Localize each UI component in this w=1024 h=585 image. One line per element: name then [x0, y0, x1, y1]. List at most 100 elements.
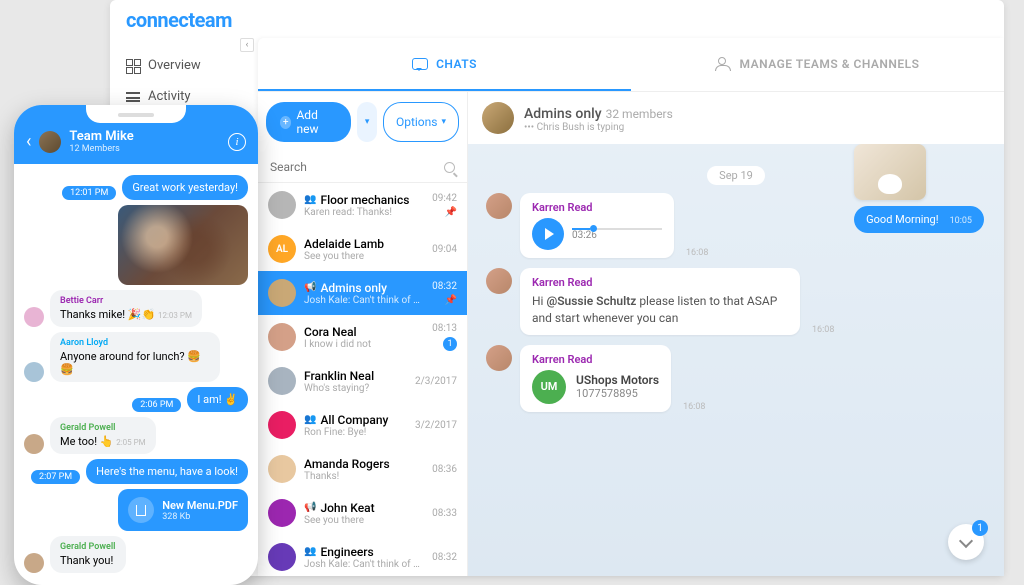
- search-input[interactable]: [270, 160, 444, 174]
- sender-avatar: [486, 193, 512, 219]
- mobile-time-badge: 12:01 PM: [62, 186, 116, 200]
- chat-list-item[interactable]: 👥Floor mechanicsKaren read: Thanks!09:42…: [258, 183, 467, 227]
- chat-list-item[interactable]: 📢John KeatSee you there08:33: [258, 491, 467, 535]
- nav-overview[interactable]: Overview: [110, 50, 245, 81]
- search-row: [258, 152, 467, 183]
- audio-track[interactable]: [572, 228, 662, 230]
- unread-badge: 1: [443, 337, 457, 351]
- chat-item-name: Admins only: [320, 281, 387, 295]
- plus-icon: +: [280, 116, 291, 129]
- mention[interactable]: @Sussie Schultz: [546, 294, 636, 308]
- received-image-block: Good Morning!10:05: [854, 144, 984, 233]
- image-thumbnail[interactable]: [854, 144, 926, 200]
- chat-list-item[interactable]: ALAdelaide LambSee you there09:04: [258, 227, 467, 271]
- sender-name: Karren Read: [532, 201, 662, 214]
- options-label: Options: [396, 115, 438, 129]
- contact-card[interactable]: UM UShops Motors 1077578895: [532, 370, 659, 404]
- chat-item-avatar: [268, 543, 296, 571]
- sender-avatar: [486, 268, 512, 294]
- chat-list-item[interactable]: 👥EngineersJosh Kale: Can't think of any0…: [258, 535, 467, 576]
- chat-item-preview: See you there: [304, 515, 424, 526]
- group-icon: 👥: [304, 194, 316, 205]
- horn-icon: 📢: [304, 502, 316, 513]
- chat-item-avatar: [268, 323, 296, 351]
- chat-members: 32 members: [606, 107, 673, 121]
- chat-item-avatar: [268, 411, 296, 439]
- message-row: Karren Read UM UShops Motors 1077578895 …: [486, 345, 986, 412]
- mobile-avatar: [24, 434, 44, 454]
- chat-item-avatar: [268, 191, 296, 219]
- chat-item-preview: Who's staying?: [304, 383, 407, 394]
- mobile-text: Thank you!: [60, 554, 113, 567]
- mobile-message-row: Aaron Lloyd Anyone around for lunch? 🍔🍔: [24, 332, 248, 382]
- chat-list-item[interactable]: 👥All CompanyRon Fine: Bye!3/2/2017: [258, 403, 467, 447]
- mobile-time-badge: 2:06 PM: [132, 398, 181, 412]
- mobile-message-row: 12:01 PM Great work yesterday!: [24, 175, 248, 200]
- audio-player: 03:26: [532, 218, 662, 250]
- group-icon: 👥: [304, 414, 316, 425]
- chat-item-name: Floor mechanics: [320, 193, 409, 207]
- search-icon: [444, 162, 455, 173]
- chat-list-panel: +Add new ▾ Options▾ 👥Floor mechanicsKare…: [258, 92, 468, 576]
- add-new-dropdown[interactable]: ▾: [357, 102, 377, 142]
- chat-item-preview: Thanks!: [304, 471, 424, 482]
- chat-list-item[interactable]: 📢 Admins onlyJosh Kale: Can't think of an…: [258, 271, 467, 315]
- mobile-image-attachment[interactable]: [118, 205, 248, 285]
- back-arrow-icon[interactable]: ‹: [26, 131, 31, 152]
- file-size: 328 Kb: [162, 512, 238, 522]
- mobile-mockup: ‹ Team Mike 12 Members i 12:01 PM Great …: [14, 105, 258, 585]
- team-icon: [715, 57, 731, 71]
- sender-name: Karren Read: [532, 276, 788, 289]
- chat-toolbar: +Add new ▾ Options▾: [258, 92, 467, 152]
- mobile-avatar: [24, 307, 44, 327]
- mobile-time-badge: 2:07 PM: [31, 470, 80, 484]
- chat-item-time: 2/3/2017: [415, 376, 457, 387]
- mobile-message-row: New Menu.PDF 328 Kb: [24, 489, 248, 531]
- info-icon[interactable]: i: [228, 133, 246, 151]
- mobile-text: Thanks mike! 🎉👏: [60, 308, 155, 321]
- chat-item-preview: Karen read: Thanks!: [304, 207, 424, 218]
- chat-body[interactable]: Good Morning!10:05 Sep 19 Karren Read: [468, 144, 1004, 576]
- chat-avatar: [482, 102, 514, 134]
- chat-items[interactable]: 👥Floor mechanicsKaren read: Thanks!09:42…: [258, 183, 467, 576]
- list-icon: [126, 92, 140, 102]
- good-morning-time: 10:05: [950, 216, 972, 226]
- mobile-avatar: [24, 362, 44, 382]
- tab-manage-teams[interactable]: MANAGE TEAMS & CHANNELS: [631, 38, 1004, 91]
- chat-icon: [412, 58, 428, 70]
- chat-view: Admins only32 members ••• Chris Bush is …: [468, 92, 1004, 576]
- mobile-sender: Gerald Powell: [60, 542, 116, 552]
- horn-icon: 📢: [304, 282, 316, 293]
- chat-list-item[interactable]: Cora NealI know i did not08:131: [258, 315, 467, 359]
- chat-item-preview: See you there: [304, 251, 424, 262]
- brand-logo: connecteam: [126, 8, 232, 32]
- grid-icon: [126, 59, 140, 73]
- chat-item-name: Engineers: [320, 545, 373, 559]
- chat-list-item[interactable]: Franklin NealWho's staying?2/3/2017: [258, 359, 467, 403]
- options-button[interactable]: Options▾: [383, 102, 459, 142]
- scroll-down-button[interactable]: 1: [948, 524, 984, 560]
- add-new-button[interactable]: +Add new: [266, 102, 351, 142]
- contact-message-bubble: Karren Read UM UShops Motors 1077578895: [520, 345, 671, 412]
- mobile-bubble: Great work yesterday!: [122, 175, 248, 200]
- mobile-file-attachment[interactable]: New Menu.PDF 328 Kb: [118, 489, 248, 531]
- chat-item-time: 3/2/2017: [415, 420, 457, 431]
- mobile-chat-body[interactable]: 12:01 PM Great work yesterday! Bettie Ca…: [14, 164, 258, 585]
- chat-item-preview: Ron Fine: Bye!: [304, 427, 407, 438]
- mobile-message-row: Gerald Powell Me too! 👆 2:05 PM: [24, 417, 248, 454]
- chat-item-preview: I know i did not: [304, 339, 424, 350]
- audio-duration: 03:26: [572, 230, 662, 241]
- mobile-text: Anyone around for lunch? 🍔🍔: [60, 350, 201, 376]
- phone-notch: [86, 105, 186, 123]
- pin-icon: 📌: [445, 207, 457, 218]
- chat-item-preview: Josh Kale: Can't think of any: [304, 295, 424, 306]
- chat-list-item[interactable]: Amanda RogersThanks!08:36: [258, 447, 467, 491]
- mobile-message-row: Gerald Powell Thank you!: [24, 536, 248, 573]
- chevron-down-icon: ▾: [441, 117, 446, 127]
- typing-indicator: ••• Chris Bush is typing: [524, 122, 673, 133]
- nav-activity-label: Activity: [148, 89, 191, 104]
- collapse-sidebar-button[interactable]: ‹: [240, 38, 254, 52]
- tab-chats[interactable]: CHATS: [258, 38, 631, 91]
- text-message-bubble: Karren Read Hi @Sussie Schultz please li…: [520, 268, 800, 335]
- play-button[interactable]: [532, 218, 564, 250]
